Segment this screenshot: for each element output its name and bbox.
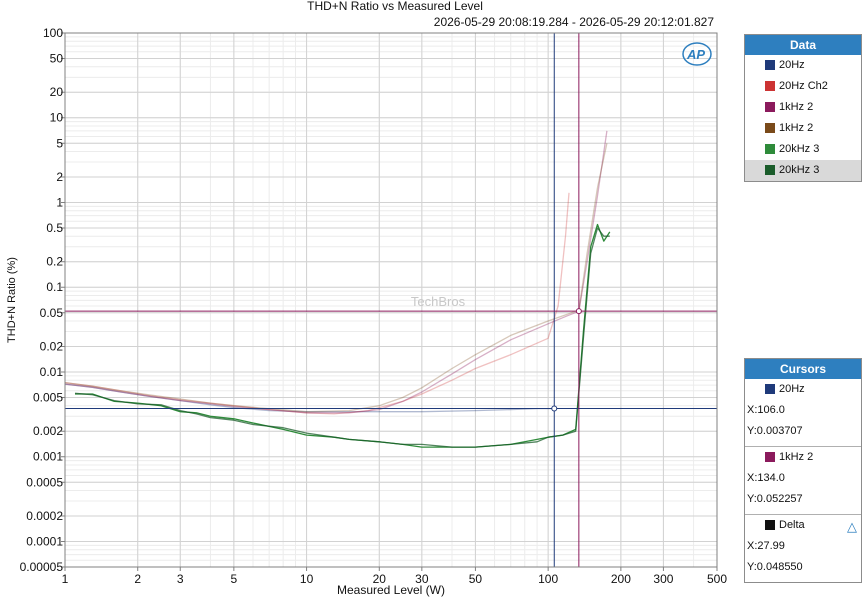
- cursor-name-row[interactable]: Delta △: [745, 515, 861, 536]
- ap-logo-icon: AP: [682, 42, 712, 66]
- legend-label: 1kHz 2: [779, 101, 814, 113]
- y-tick-label: 0.001: [33, 450, 63, 464]
- y-tick-label: 5: [56, 136, 63, 150]
- cursor-swatch[interactable]: [765, 520, 775, 530]
- legend-label: 1kHz 2: [779, 122, 814, 134]
- y-tick-label: 1: [56, 195, 63, 209]
- series-line-2: [64, 192, 570, 415]
- delta-triangle-icon[interactable]: △: [847, 516, 857, 537]
- legend-item-2[interactable]: 20Hz Ch2: [745, 76, 861, 97]
- cursor-x-value: X:106.0: [747, 404, 785, 416]
- cursor-name-label: Delta: [779, 519, 805, 531]
- x-tick-label: 50: [469, 572, 483, 586]
- cursor-group-1: 20Hz X:106.0 Y:0.003707: [745, 379, 861, 446]
- cursor-swatch[interactable]: [765, 452, 775, 462]
- legend-swatch[interactable]: [765, 60, 775, 70]
- legend-list: 20Hz 20Hz Ch2 1kHz 2 1kHz 2 20kHz 3 20kHz 3: [745, 55, 861, 181]
- y-tick-label: 0.2: [46, 255, 63, 269]
- x-tick-label: 300: [653, 572, 673, 586]
- y-tick-label: 100: [43, 26, 63, 40]
- x-tick-label: 10: [300, 572, 314, 586]
- x-tick-label: 500: [707, 572, 727, 586]
- legend-swatch[interactable]: [765, 123, 775, 133]
- cursor-name-label: 1kHz 2: [779, 451, 814, 463]
- cursor-groups: 20Hz X:106.0 Y:0.003707 1kHz 2 X:134.0 Y:0.05…: [745, 379, 861, 582]
- legend-label: 20Hz: [779, 59, 805, 71]
- y-axis-label: THD+N Ratio (%): [6, 257, 18, 343]
- cursor-group-2: 1kHz 2 X:134.0 Y:0.052257: [745, 446, 861, 514]
- cursor-1-marker[interactable]: [551, 405, 558, 412]
- cursor-name-row[interactable]: 1kHz 2: [745, 447, 861, 468]
- legend-swatch[interactable]: [765, 102, 775, 112]
- minor-grid: [65, 33, 717, 567]
- cursors-panel: Cursors 20Hz X:106.0 Y:0.003707 1kHz 2 X:134…: [744, 358, 862, 583]
- cursor-name-row[interactable]: 20Hz: [745, 379, 861, 400]
- y-tick-label: 0.0002: [26, 509, 63, 523]
- y-tick-label: 0.0005: [26, 475, 63, 489]
- series-layer: [64, 130, 611, 448]
- y-tick-label: 0.005: [33, 391, 63, 405]
- legend-label: 20kHz 3: [779, 164, 820, 176]
- y-tick-label: 20: [50, 85, 64, 99]
- legend-item-6[interactable]: 20kHz 3: [745, 160, 861, 181]
- legend-label: 20Hz Ch2: [779, 80, 828, 92]
- legend-title: Data: [745, 35, 861, 55]
- thdn-chart[interactable]: TechBros 1 2 3 5 10 20 30 50 100 200 300 500 100502…: [0, 0, 740, 600]
- chart-title: THD+N Ratio vs Measured Level: [307, 0, 483, 13]
- series-line-6: [74, 227, 610, 448]
- y-tick-label: 0.1: [46, 280, 63, 294]
- x-tick-label: 3: [177, 572, 184, 586]
- legend-item-3[interactable]: 1kHz 2: [745, 97, 861, 118]
- cursor-2-marker[interactable]: [575, 308, 582, 315]
- cursors-title: Cursors: [745, 359, 861, 379]
- cursor-group-3: Delta △ X:27.99 Y:0.048550: [745, 514, 861, 582]
- y-tick-label: 10: [50, 111, 64, 125]
- legend-item-4[interactable]: 1kHz 2: [745, 118, 861, 139]
- x-tick-label: 100: [538, 572, 558, 586]
- cursor-y-value: Y:0.052257: [747, 493, 803, 505]
- x-tick-label: 2: [134, 572, 141, 586]
- x-axis-label: Measured Level (W): [337, 583, 445, 597]
- y-tick-label: 0.0001: [26, 534, 63, 548]
- chart-subtitle: 2026-05-29 20:08:19.284 - 2026-05-29 20:…: [434, 15, 715, 29]
- cursor-x-value: X:134.0: [747, 472, 785, 484]
- legend-swatch[interactable]: [765, 165, 775, 175]
- y-tick-label: 0.002: [33, 424, 63, 438]
- y-tick-label: 2: [56, 170, 63, 184]
- y-axis-ticks: 100 50 20 10 5 2 1 0.5 0.2 0.1 0.05 0.02 0.01 0.005 0.…: [20, 26, 65, 574]
- legend-swatch[interactable]: [765, 81, 775, 91]
- x-tick-label: 1: [62, 572, 69, 586]
- watermark-text: TechBros: [411, 294, 466, 309]
- y-tick-label: 0.00005: [20, 560, 64, 574]
- x-tick-label: 5: [231, 572, 238, 586]
- legend-item-5[interactable]: 20kHz 3: [745, 139, 861, 160]
- legend-label: 20kHz 3: [779, 143, 820, 155]
- cursor-y-value: Y:0.048550: [747, 561, 803, 573]
- cursor-y-value: Y:0.003707: [747, 425, 803, 437]
- series-line-3: [64, 130, 608, 414]
- data-legend-panel: Data 20Hz 20Hz Ch2 1kHz 2 1kHz 2 20kHz 3 20kH…: [744, 34, 862, 182]
- x-tick-label: 200: [611, 572, 631, 586]
- cursor-name-label: 20Hz: [779, 383, 805, 395]
- y-tick-label: 0.5: [46, 221, 63, 235]
- y-tick-label: 50: [50, 52, 64, 66]
- y-tick-label: 0.05: [40, 306, 64, 320]
- legend-item-1[interactable]: 20Hz: [745, 55, 861, 76]
- series-line-4: [64, 143, 608, 413]
- legend-swatch[interactable]: [765, 144, 775, 154]
- cursor-swatch[interactable]: [765, 384, 775, 394]
- y-tick-label: 0.01: [40, 365, 64, 379]
- cursor-x-value: X:27.99: [747, 540, 785, 552]
- y-tick-label: 0.02: [40, 339, 64, 353]
- ap-logo-text: AP: [686, 47, 705, 62]
